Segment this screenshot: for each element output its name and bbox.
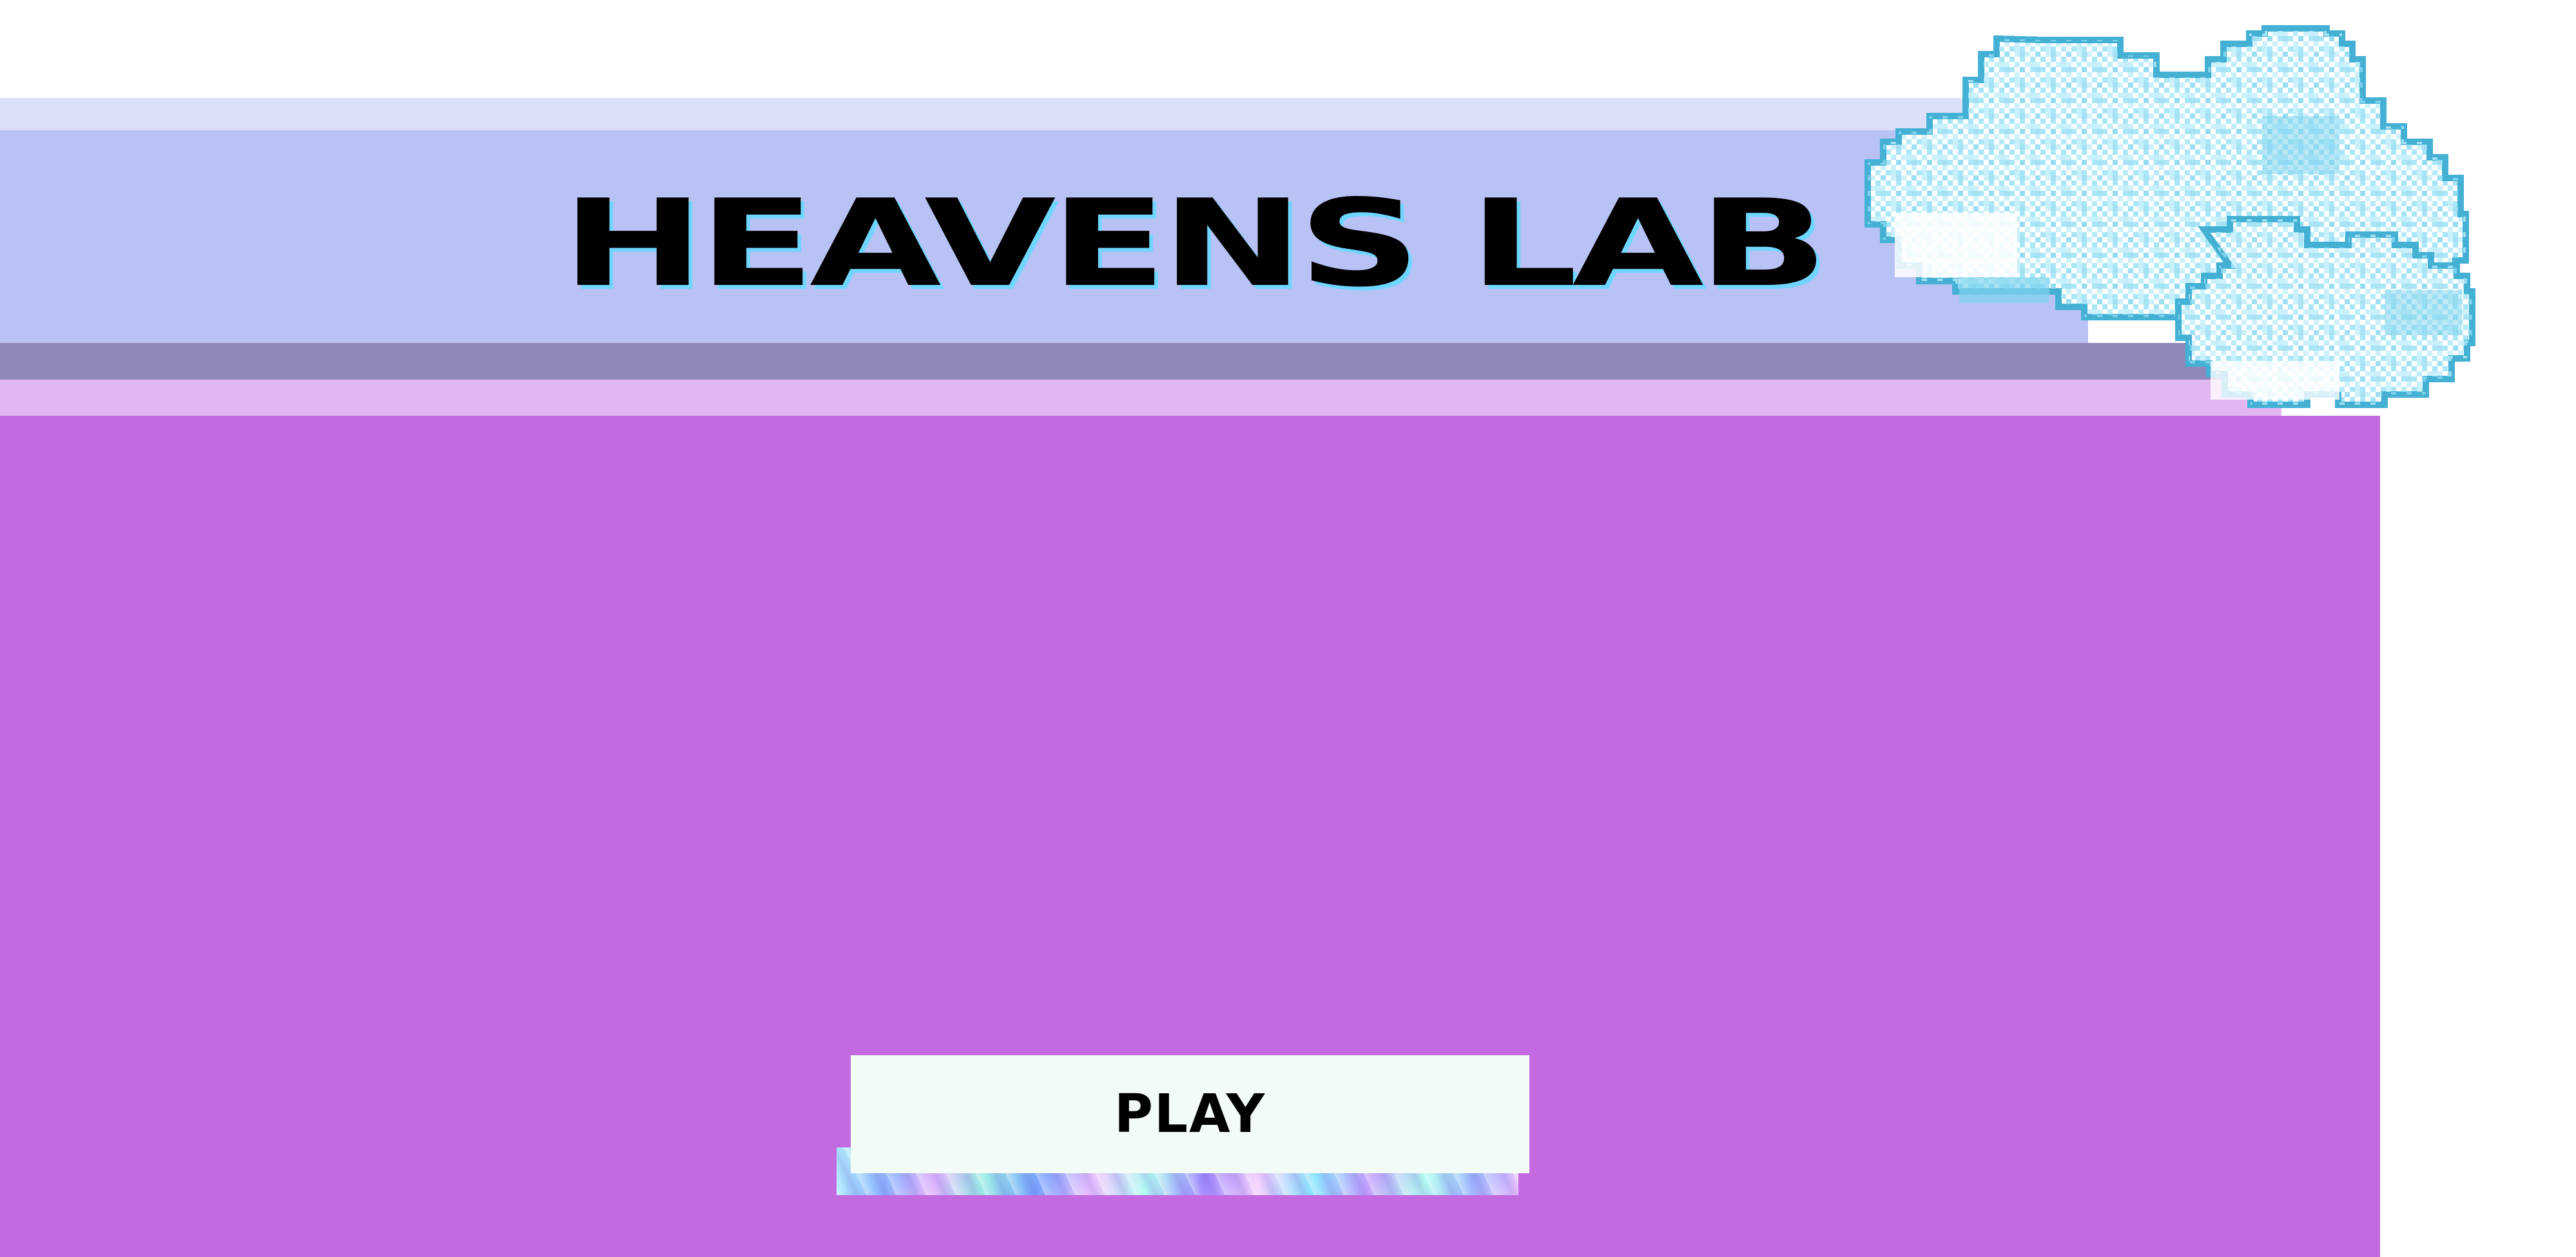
title-screen: HEAVENS LAB PLAY: [0, 0, 2576, 1257]
play-button-label: PLAY: [1114, 1084, 1266, 1145]
pixel-cloud-icon: [1864, 25, 2475, 408]
game-title-text: HEAVENS LAB: [561, 173, 1828, 313]
play-button[interactable]: PLAY: [851, 1055, 1529, 1173]
header-top-stripe: [0, 98, 2088, 130]
